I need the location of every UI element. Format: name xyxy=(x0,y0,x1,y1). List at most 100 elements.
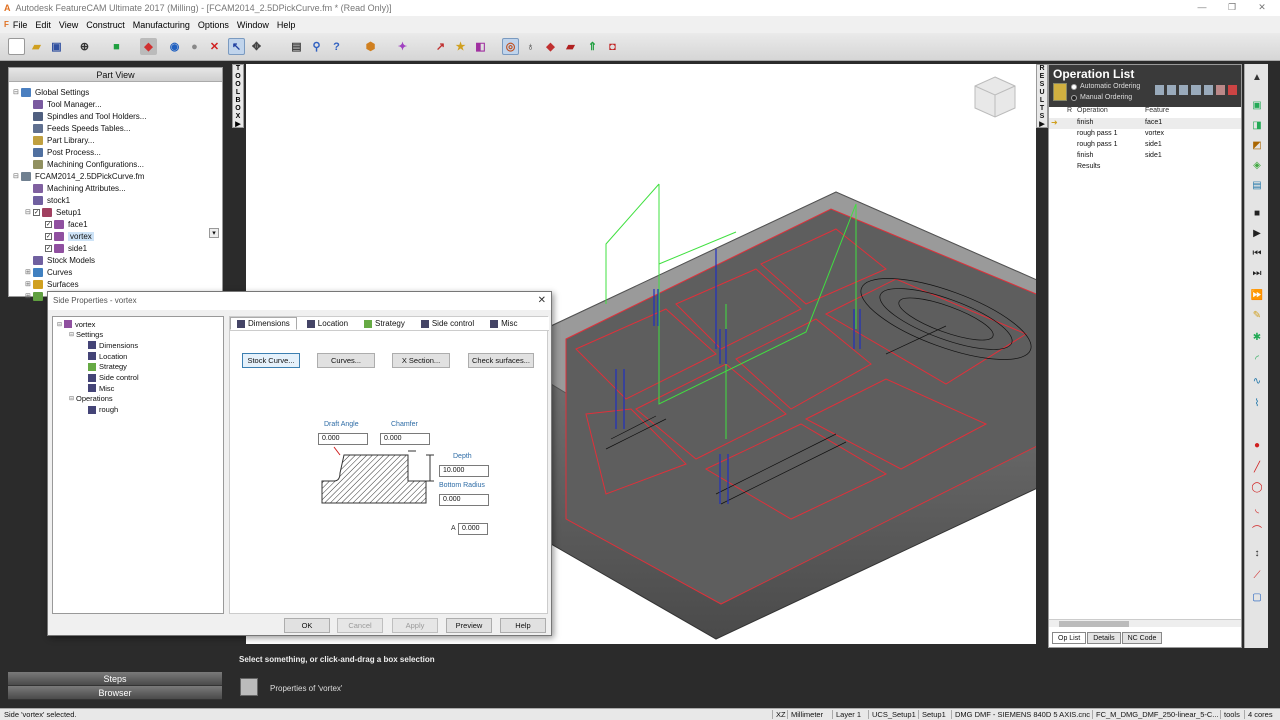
app-menu-icon[interactable]: F xyxy=(4,20,9,29)
visibility-checkbox[interactable]: ✓ xyxy=(33,208,40,216)
move-down-icon[interactable] xyxy=(1179,85,1189,95)
part-tree-item[interactable]: Feeds Speeds Tables... xyxy=(25,122,130,134)
properties-icon[interactable] xyxy=(240,678,258,696)
tab-strategy[interactable]: Strategy xyxy=(358,317,411,330)
tab-side-control[interactable]: Side control xyxy=(415,317,480,330)
dialog-tree-item[interactable]: Location xyxy=(81,351,127,361)
point-icon[interactable]: ● xyxy=(1250,440,1264,452)
depth-field[interactable]: 10.000 xyxy=(439,465,489,477)
move-up-icon[interactable] xyxy=(1167,85,1177,95)
ok-button[interactable]: OK xyxy=(284,618,330,633)
help-button[interactable]: Help xyxy=(500,618,546,633)
tab-location[interactable]: Location xyxy=(301,317,354,330)
skip-forward-icon[interactable]: ⏩ xyxy=(1250,290,1264,302)
step-forward-icon[interactable]: ⏭ xyxy=(1250,268,1264,280)
expander-icon[interactable]: ⊞ xyxy=(25,268,33,276)
new-file-icon[interactable] xyxy=(8,38,25,55)
curve-tool-icon[interactable]: ↗ xyxy=(432,38,449,55)
arc-tool-icon[interactable]: ◟ xyxy=(1250,504,1264,516)
zoom-box-icon[interactable]: ▤ xyxy=(288,38,305,55)
scroll-thumb[interactable] xyxy=(1059,621,1129,627)
view-cube[interactable] xyxy=(970,72,1020,122)
part-tree-item[interactable]: Tool Manager... xyxy=(25,98,102,110)
menu-construct[interactable]: Construct xyxy=(86,20,125,30)
part-tree-item[interactable]: ⊟ Global Settings xyxy=(13,86,89,98)
dialog-tree-item[interactable]: Side control xyxy=(81,373,139,383)
part-tree-item[interactable]: ⊟ ✓ Setup1 xyxy=(25,206,81,218)
toolbox-strip[interactable]: T O O L B O X ▶ xyxy=(232,64,244,128)
dialog-tree-item[interactable]: Strategy xyxy=(81,362,127,372)
step-back-icon[interactable]: ⏮ xyxy=(1250,248,1264,260)
close-window-button[interactable]: ✕ xyxy=(1248,0,1276,16)
header-operation[interactable]: Operation xyxy=(1077,107,1108,114)
fillet-icon[interactable]: ⌒ xyxy=(1250,526,1264,538)
wizard-icon[interactable]: ✦ xyxy=(394,38,411,55)
expander-icon[interactable]: ⊟ xyxy=(69,331,76,338)
visibility-checkbox[interactable]: ✓ xyxy=(45,244,52,252)
minimize-button[interactable]: — xyxy=(1188,0,1216,16)
x-section-button[interactable]: X Section... xyxy=(392,353,450,368)
dialog-tree-item[interactable]: ⊟ Settings xyxy=(69,330,103,340)
stop-icon[interactable]: ■ xyxy=(1250,208,1264,220)
select-arrow-icon[interactable]: ↖ xyxy=(228,38,245,55)
rectangle-icon[interactable]: ▢ xyxy=(1250,592,1264,604)
part-tree-item[interactable]: ⊟ FCAM2014_2.5DPickCurve.fm xyxy=(13,170,144,182)
layer-icon[interactable]: ■ xyxy=(108,38,125,55)
a-field[interactable]: 0.000 xyxy=(458,523,488,535)
menu-file[interactable]: File xyxy=(13,20,28,30)
chamfer-field[interactable]: 0.000 xyxy=(380,433,430,445)
status-plane[interactable]: XZ xyxy=(772,710,786,719)
tool-icon[interactable]: ◧ xyxy=(472,38,489,55)
stock-icon[interactable]: ◆ xyxy=(542,38,559,55)
rotate-icon[interactable]: ◉ xyxy=(166,38,183,55)
dialog-tree-item[interactable]: ⊟ vortex xyxy=(57,319,95,329)
expander-icon[interactable]: ⊞ xyxy=(25,292,33,300)
status-layer[interactable]: Layer 1 xyxy=(832,710,861,719)
part-tree-item[interactable]: Part Library... xyxy=(25,134,94,146)
step-icon[interactable]: ♁ xyxy=(522,38,539,55)
star-icon[interactable]: ★ xyxy=(452,38,469,55)
part-tree-item[interactable]: ⊞ Curves xyxy=(25,266,72,278)
apply-button[interactable]: Apply xyxy=(392,618,438,633)
surface-tool-icon[interactable]: ◈ xyxy=(1250,160,1264,172)
line-icon[interactable]: ╱ xyxy=(1250,462,1264,474)
op-list-row[interactable]: rough pass 1 side1 xyxy=(1049,140,1241,151)
dimension-icon[interactable]: ↕ xyxy=(1250,548,1264,560)
expander-icon[interactable]: ⊟ xyxy=(13,172,21,180)
browser-tab[interactable]: Browser xyxy=(8,686,222,700)
open-folder-icon[interactable]: ▰ xyxy=(28,38,45,55)
pencil-icon[interactable]: ✎ xyxy=(1250,310,1264,322)
part-tree-item[interactable]: Spindles and Tool Holders... xyxy=(25,110,146,122)
expander-icon[interactable]: ⊟ xyxy=(13,88,21,96)
part-tree-item[interactable]: ✓ side1 xyxy=(37,242,87,254)
status-machine[interactable]: FC_M_DMG_DMF_250-linear_5-C... xyxy=(1092,710,1219,719)
expander-icon[interactable]: ⊞ xyxy=(25,280,33,288)
expander-icon[interactable]: ⊟ xyxy=(69,395,76,402)
preview-button[interactable]: Preview xyxy=(446,618,492,633)
visibility-checkbox[interactable]: ✓ xyxy=(45,232,52,240)
dialog-tree-item[interactable]: Dimensions xyxy=(81,340,138,350)
move-left-icon[interactable] xyxy=(1191,85,1201,95)
move-right-icon[interactable] xyxy=(1203,85,1213,95)
path-icon[interactable]: ⌇ xyxy=(1250,398,1264,410)
part-tree-item[interactable]: ✓ vortex xyxy=(37,230,94,242)
lock-icon[interactable] xyxy=(1053,83,1067,101)
status-post[interactable]: DMG DMF - SIEMENS 840D 5 AXIS.cnc xyxy=(951,710,1090,719)
arc-icon[interactable]: ◜ xyxy=(1250,354,1264,366)
help-icon[interactable]: ? xyxy=(328,38,345,55)
tab-nc-code[interactable]: NC Code xyxy=(1121,632,1163,644)
curve-icon[interactable]: ∿ xyxy=(1250,376,1264,388)
expander-icon[interactable]: ⊟ xyxy=(25,208,33,216)
menu-manufacturing[interactable]: Manufacturing xyxy=(133,20,190,30)
menu-window[interactable]: Window xyxy=(237,20,269,30)
eraser-icon[interactable]: ◆ xyxy=(140,38,157,55)
op-list-row[interactable]: rough pass 1 vortex xyxy=(1049,129,1241,140)
part-tree-item[interactable]: ✓ face1 xyxy=(37,218,88,230)
op-list-row[interactable]: Results xyxy=(1049,162,1241,173)
circle-tool-icon[interactable]: ◯ xyxy=(1250,482,1264,494)
part-tree-item[interactable]: ⊞ Surfaces xyxy=(25,278,79,290)
status-ucs[interactable]: UCS_Setup1 xyxy=(868,710,916,719)
tab-misc[interactable]: Misc xyxy=(484,317,523,330)
status-tools[interactable]: tools xyxy=(1220,710,1240,719)
menu-view[interactable]: View xyxy=(59,20,78,30)
